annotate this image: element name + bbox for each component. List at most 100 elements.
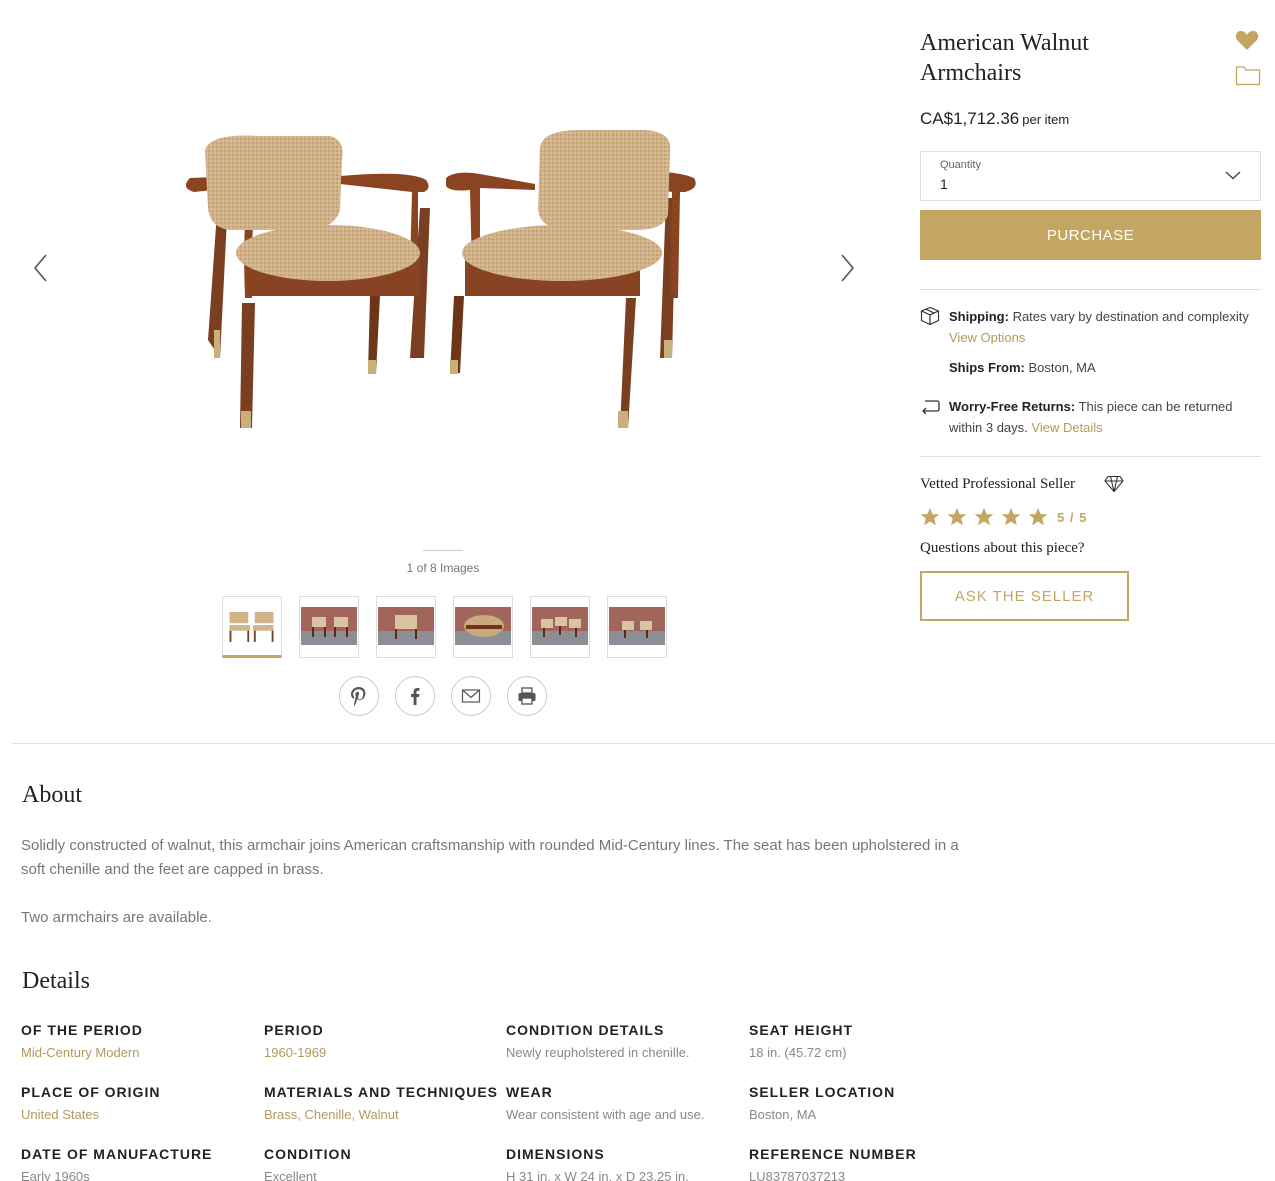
- purchase-button[interactable]: PURCHASE: [920, 210, 1261, 260]
- thumbnail-1[interactable]: [222, 596, 282, 658]
- section-divider: [12, 743, 1275, 744]
- detail-label: PERIOD: [264, 1022, 324, 1038]
- image-gallery: 1 of 8 Images: [0, 0, 890, 730]
- pinterest-icon: [351, 687, 366, 707]
- product-main-image[interactable]: [180, 118, 710, 438]
- left-chair-graphic: [185, 135, 430, 428]
- seller-rating: 5 / 5: [920, 507, 1087, 527]
- thumbnail-chairs-graphic: [541, 617, 581, 637]
- detail-value: Wear consistent with age and use.: [506, 1107, 705, 1122]
- returns-info: Worry-Free Returns: This piece can be re…: [949, 396, 1261, 438]
- chevron-left-icon: [33, 254, 47, 282]
- product-price: CA$1,712.36 per item: [920, 109, 1069, 129]
- detail-period: PERIOD 1960-1969: [264, 1022, 504, 1060]
- shipping-label: Shipping:: [949, 309, 1009, 324]
- thumbnail-chairs-graphic: [622, 621, 652, 638]
- period-link[interactable]: 1960-1969: [264, 1045, 326, 1060]
- facebook-share-button[interactable]: [395, 676, 435, 716]
- price-value: CA$1,712.36: [920, 109, 1020, 128]
- email-share-button[interactable]: [451, 676, 491, 716]
- detail-seat-height: SEAT HEIGHT 18 in. (45.72 cm): [749, 1022, 989, 1060]
- star-icon: [1028, 508, 1048, 526]
- detail-materials: MATERIALS AND TECHNIQUES Brass, Chenille…: [264, 1084, 504, 1122]
- detail-date-of-manufacture: DATE OF MANUFACTURE Early 1960s: [21, 1146, 261, 1181]
- quantity-label: Quantity: [940, 159, 981, 171]
- detail-value: Newly reupholstered in chenille.: [506, 1045, 690, 1060]
- about-heading: About: [22, 782, 82, 808]
- detail-label: REFERENCE NUMBER: [749, 1146, 917, 1162]
- printer-icon: [518, 687, 536, 705]
- detail-label: WEAR: [506, 1084, 553, 1100]
- details-heading: Details: [22, 968, 90, 994]
- detail-value: Boston, MA: [749, 1107, 817, 1122]
- previous-image-button[interactable]: [30, 252, 54, 284]
- folder-icon[interactable]: [1235, 64, 1261, 86]
- detail-label: CONDITION: [264, 1146, 352, 1162]
- ships-from-value: Boston, MA: [1028, 360, 1096, 375]
- ask-the-seller-button[interactable]: ASK THE SELLER: [920, 571, 1129, 621]
- detail-label: DATE OF MANUFACTURE: [21, 1146, 213, 1162]
- detail-value: Early 1960s: [21, 1169, 90, 1181]
- thumbnail-4[interactable]: [453, 596, 513, 658]
- detail-condition: CONDITION Excellent: [264, 1146, 504, 1181]
- questions-label: Questions about this piece?: [920, 540, 1085, 556]
- quantity-select[interactable]: Quantity 1: [920, 151, 1261, 201]
- detail-label: OF THE PERIOD: [21, 1022, 143, 1038]
- shipping-text: Rates vary by destination and complexity: [1012, 309, 1249, 324]
- right-chair-graphic: [446, 130, 696, 428]
- shipping-info: Shipping: Rates vary by destination and …: [949, 306, 1261, 348]
- returns-label: Worry-Free Returns:: [949, 399, 1076, 414]
- thumbnail-5[interactable]: [530, 596, 590, 658]
- thumbnail-chairs-graphic: [229, 611, 274, 642]
- detail-value: LU83787037213: [749, 1169, 846, 1181]
- detail-value: United States: [21, 1107, 261, 1122]
- thumbnail-chairs-graphic: [395, 615, 417, 639]
- detail-value: 18 in. (45.72 cm): [749, 1045, 847, 1060]
- detail-label: CONDITION DETAILS: [506, 1022, 665, 1038]
- detail-value: Brass, Chenille, Walnut: [264, 1107, 504, 1122]
- detail-label: MATERIALS AND TECHNIQUES: [264, 1084, 498, 1100]
- thumbnail-6[interactable]: [607, 596, 667, 658]
- detail-label: DIMENSIONS: [506, 1146, 605, 1162]
- detail-label: SELLER LOCATION: [749, 1084, 896, 1100]
- chevron-right-icon: [841, 254, 855, 282]
- next-image-button[interactable]: [834, 252, 858, 284]
- heart-icon[interactable]: [1234, 28, 1260, 52]
- detail-label: SEAT HEIGHT: [749, 1022, 854, 1038]
- about-paragraph: Solidly constructed of walnut, this armc…: [21, 837, 959, 878]
- divider: [920, 456, 1261, 457]
- print-button[interactable]: [507, 676, 547, 716]
- product-title-line2: Armchairs: [920, 60, 1022, 86]
- counter-divider: [423, 550, 463, 551]
- ships-from-label: Ships From:: [949, 360, 1025, 375]
- price-unit: per item: [1022, 112, 1070, 127]
- star-icon: [974, 508, 994, 526]
- image-counter: 1 of 8 Images: [406, 561, 480, 575]
- vetted-seller-label: Vetted Professional Seller: [920, 476, 1075, 492]
- detail-value: H 31 in. x W 24 in. x D 23.25 in.: [506, 1169, 689, 1181]
- thumbnail-3[interactable]: [376, 596, 436, 658]
- share-buttons: [339, 676, 547, 716]
- thumbnail-chairs-graphic: [464, 615, 504, 637]
- view-details-link[interactable]: View Details: [1031, 420, 1102, 435]
- origin-link[interactable]: United States: [21, 1107, 99, 1122]
- thumbnail-chairs-graphic: [312, 617, 348, 637]
- detail-value: Excellent: [264, 1169, 317, 1181]
- about-availability: Two armchairs are available.: [21, 909, 212, 926]
- pinterest-share-button[interactable]: [339, 676, 379, 716]
- chevron-down-icon: [1225, 171, 1241, 180]
- star-icon: [947, 508, 967, 526]
- return-arrow-icon: [922, 400, 940, 415]
- view-options-link[interactable]: View Options: [949, 330, 1025, 345]
- detail-value: 1960-1969: [264, 1045, 504, 1060]
- materials-link[interactable]: Brass, Chenille, Walnut: [264, 1107, 399, 1122]
- email-icon: [461, 689, 481, 703]
- detail-dimensions: DIMENSIONS H 31 in. x W 24 in. x D 23.25…: [506, 1146, 746, 1181]
- detail-seller-location: SELLER LOCATION Boston, MA: [749, 1084, 989, 1122]
- period-style-link[interactable]: Mid-Century Modern: [21, 1045, 140, 1060]
- detail-condition-details: CONDITION DETAILS Newly reupholstered in…: [506, 1022, 746, 1060]
- thumbnail-2[interactable]: [299, 596, 359, 658]
- quantity-value: 1: [940, 176, 948, 192]
- product-title: American Walnut Armchairs: [920, 28, 1180, 88]
- detail-value: Mid-Century Modern: [21, 1045, 261, 1060]
